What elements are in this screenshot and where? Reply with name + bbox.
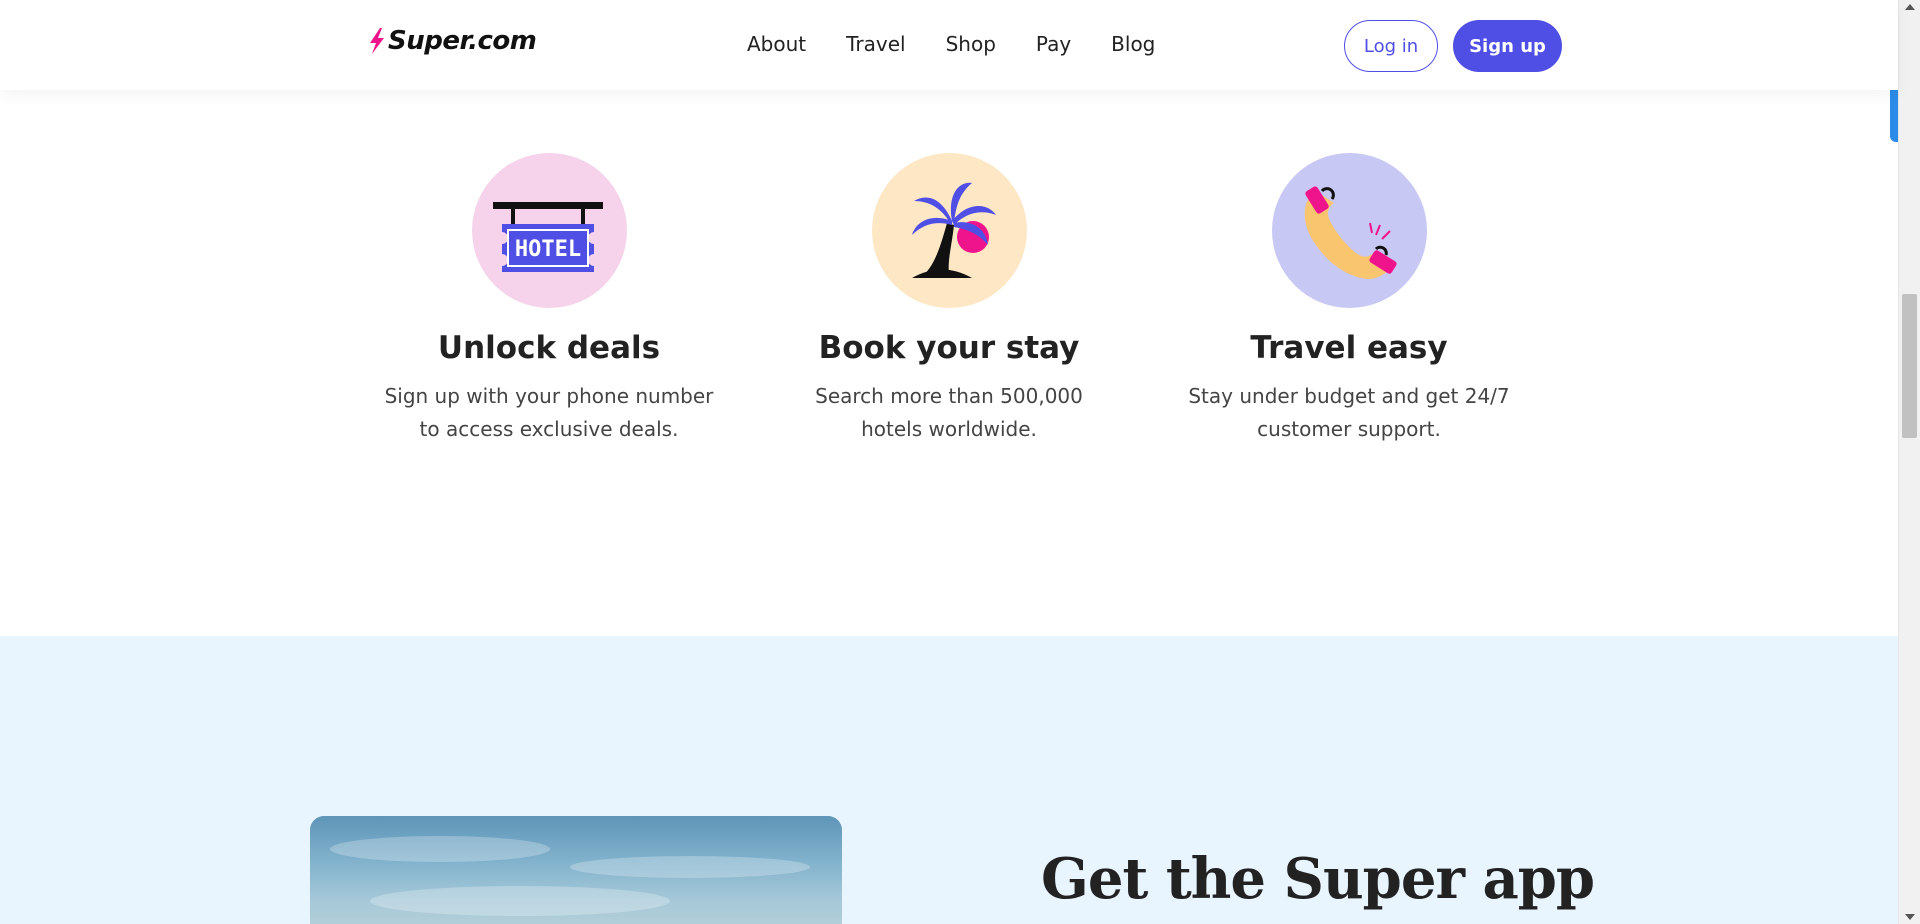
login-button[interactable]: Log in	[1344, 20, 1438, 72]
hotel-sign-icon: HOTEL	[471, 153, 627, 308]
scroll-down-arrow-icon[interactable]	[1905, 914, 1915, 920]
palm-tree-icon	[871, 153, 1027, 308]
feature-description: Sign up with your phone number to access…	[384, 384, 714, 441]
feature-title: Book your stay	[818, 330, 1080, 366]
nav-pay[interactable]: Pay	[1036, 32, 1071, 56]
feature-unlock-deals: HOTEL Unlock deals Sign up with your pho…	[349, 153, 749, 446]
feature-description: Stay under budget and get 24/7 customer …	[1188, 384, 1510, 441]
signup-button[interactable]: Sign up	[1453, 20, 1562, 72]
logo-text: Super.com	[388, 26, 537, 56]
feature-book-stay: Book your stay Search more than 500,000 …	[749, 153, 1149, 446]
feature-title: Unlock deals	[437, 330, 661, 366]
nav-travel[interactable]: Travel	[846, 32, 905, 56]
feature-travel-easy: Travel easy Stay under budget and get 24…	[1149, 153, 1549, 446]
app-promo-section: Get the Super app	[0, 636, 1898, 924]
lightning-bolt-icon	[370, 28, 384, 54]
scrollbar-thumb[interactable]	[1902, 294, 1917, 438]
phone-icon	[1271, 153, 1427, 308]
scrollbar[interactable]	[1898, 0, 1920, 924]
nav-about[interactable]: About	[747, 32, 806, 56]
sky-photo	[310, 816, 842, 924]
feature-description: Search more than 500,000 hotels worldwid…	[815, 384, 1083, 441]
feature-title: Travel easy	[1250, 330, 1448, 366]
side-feedback-tab[interactable]	[1890, 82, 1898, 142]
nav-shop[interactable]: Shop	[946, 32, 996, 56]
logo[interactable]: Super.com	[368, 26, 537, 56]
site-header: Super.com About Travel Shop Pay Blog Log…	[0, 0, 1898, 90]
main-nav: About Travel Shop Pay Blog	[747, 32, 1195, 56]
app-section-title: Get the Super app	[1041, 846, 1595, 912]
svg-text:HOTEL: HOTEL	[514, 237, 580, 262]
scroll-up-arrow-icon[interactable]	[1905, 4, 1915, 10]
nav-blog[interactable]: Blog	[1111, 32, 1155, 56]
